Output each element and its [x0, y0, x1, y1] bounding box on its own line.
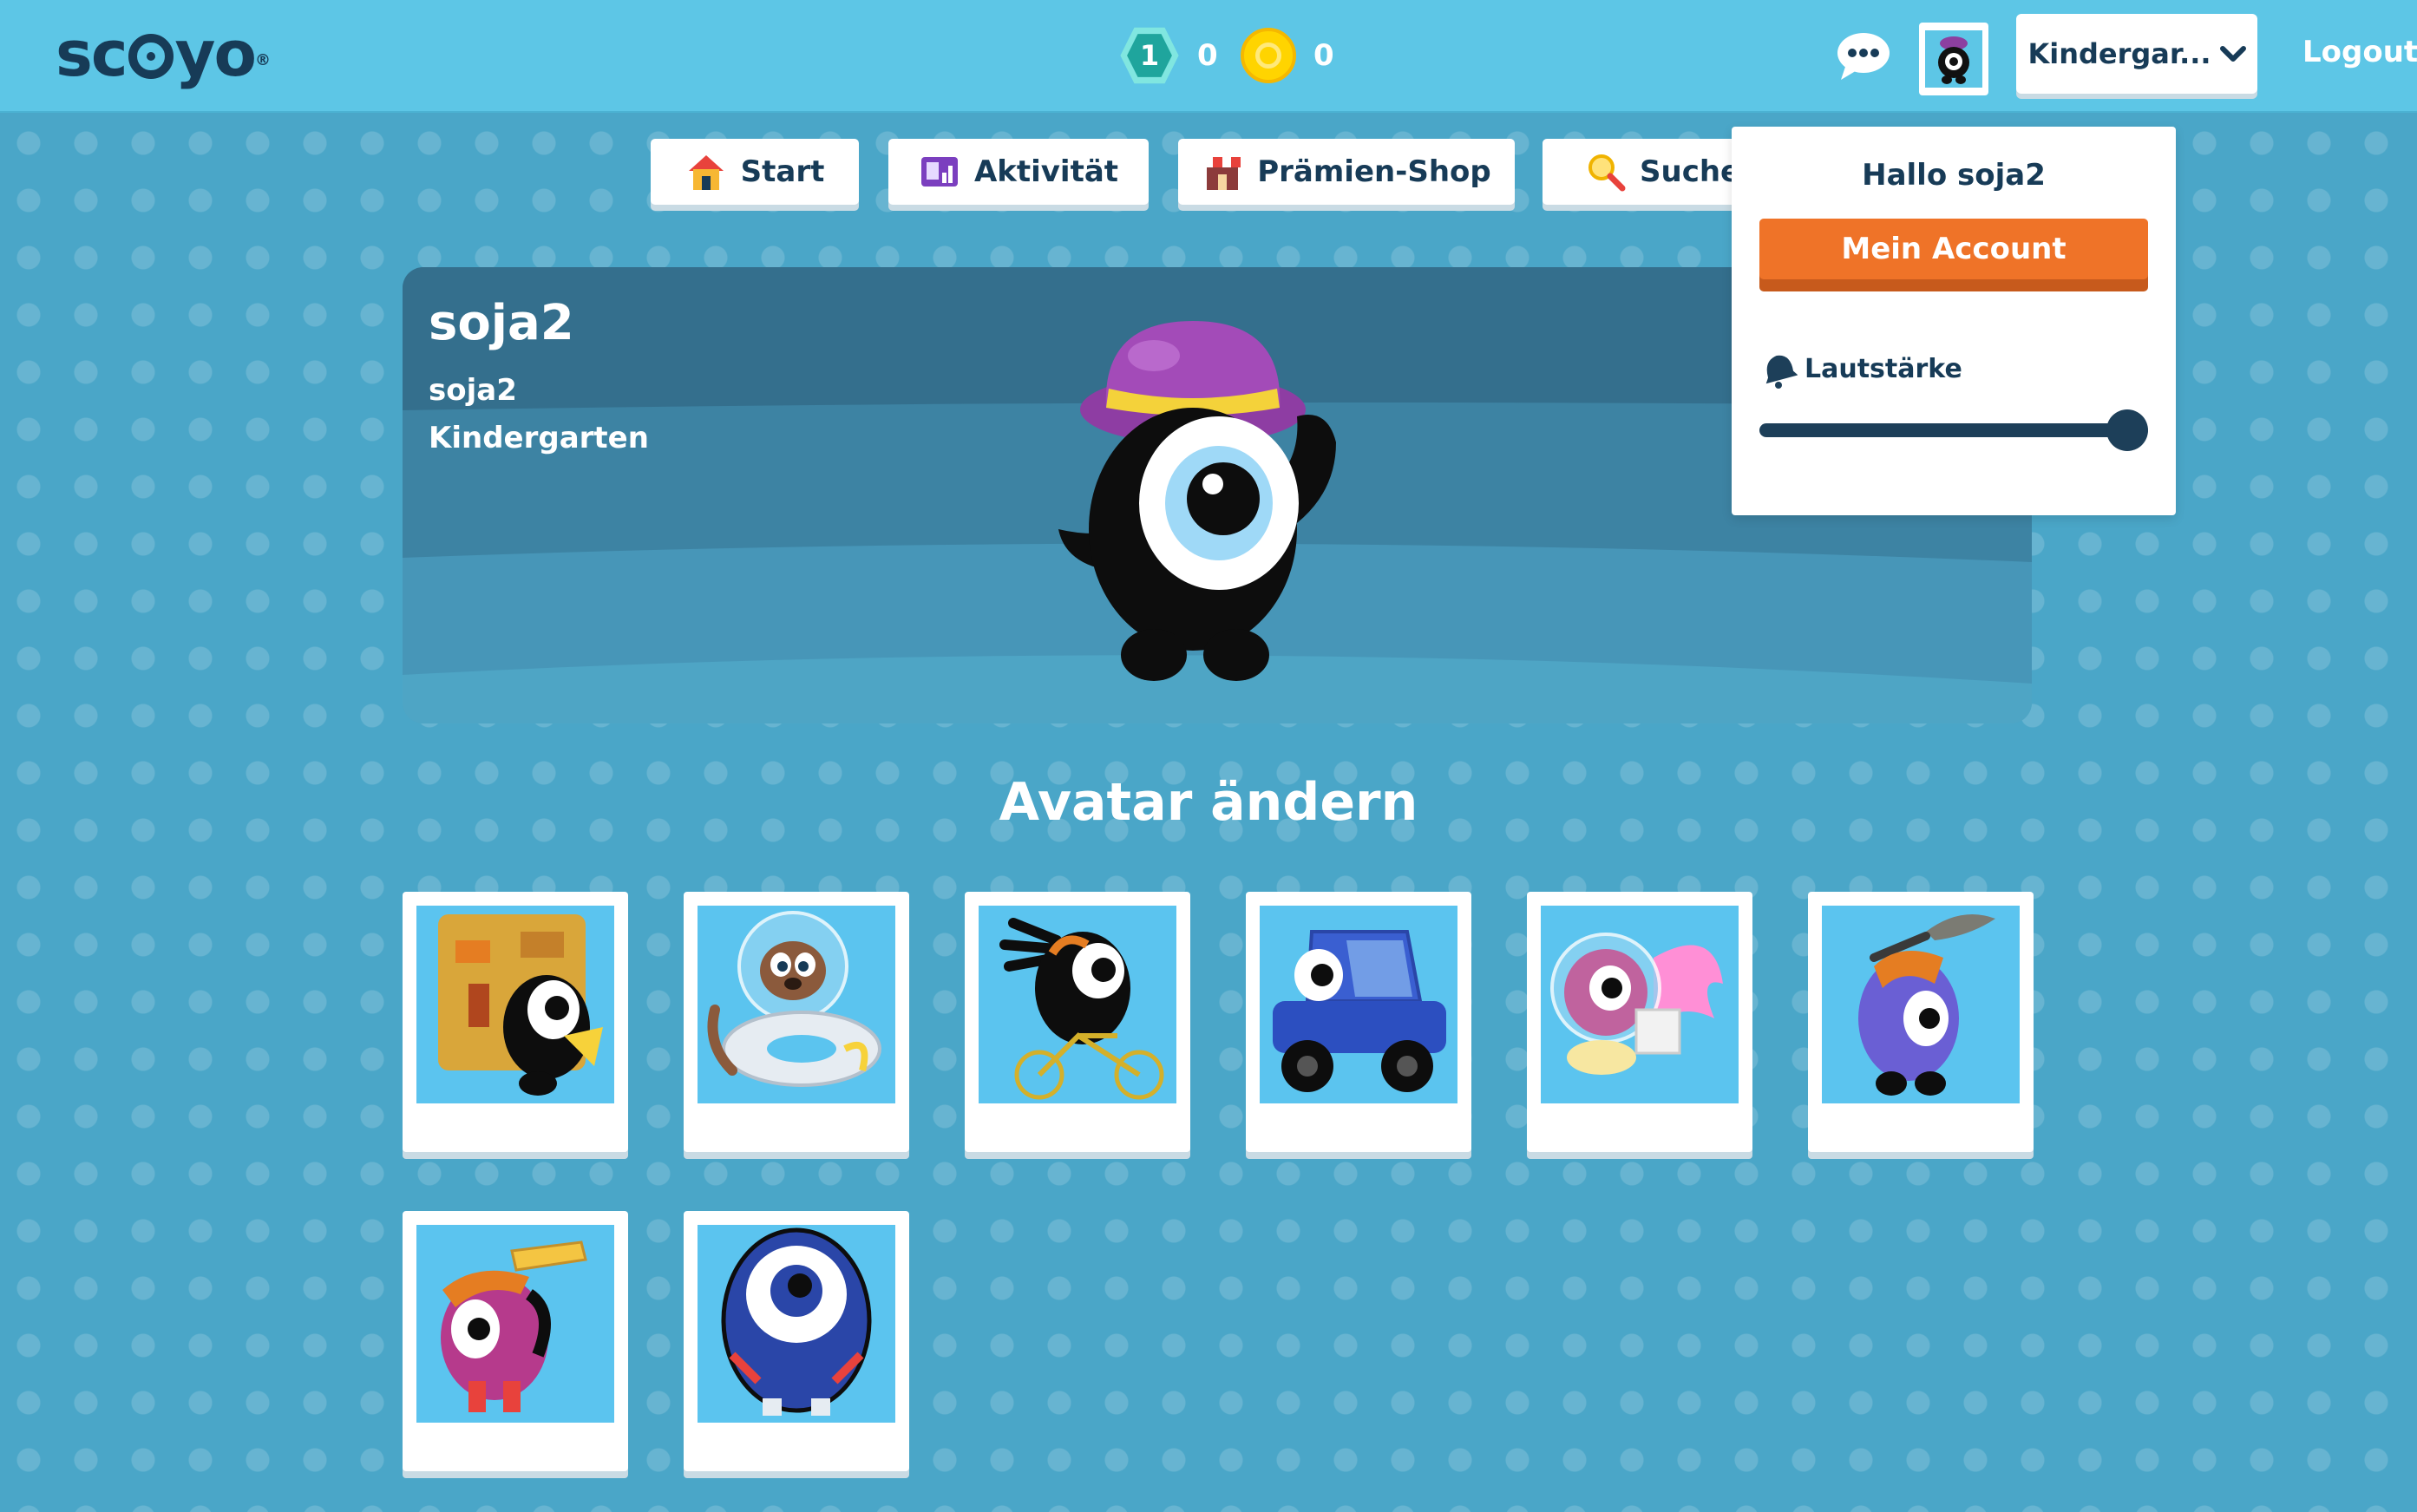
profile-username: soja2 — [429, 373, 517, 408]
avatar-car — [1273, 930, 1446, 1092]
profile-grade: Kindergarten — [429, 421, 649, 455]
avatar-superhero — [721, 1227, 872, 1416]
avatar-adventurer — [438, 914, 603, 1096]
activity-icon — [920, 157, 958, 187]
my-account-button[interactable]: Mein Account — [1759, 219, 2148, 279]
shop-icon — [1204, 157, 1241, 190]
mini-avatar-icon — [1938, 36, 1969, 84]
level-gems-counter: 1 0 — [1119, 26, 1218, 85]
avatar-section-title: Avatar ändern — [999, 772, 1418, 833]
coins-counter: 0 — [1241, 26, 1334, 85]
chevron-down-icon — [2219, 46, 2246, 62]
gems-value: 0 — [1197, 38, 1218, 73]
avatar-astronaut-dog — [707, 911, 881, 1087]
logo-eye-icon — [128, 34, 174, 79]
volume-label-row: Lautstärke — [1759, 349, 1962, 389]
avatar-thumbnail[interactable] — [1919, 23, 1988, 95]
volume-slider-track — [1759, 423, 2148, 437]
house-icon — [688, 155, 724, 190]
coins-value: 0 — [1313, 38, 1334, 73]
avatar-card-warrior[interactable] — [1808, 892, 2034, 1152]
avatar-card-book-carrier[interactable] — [403, 1211, 628, 1471]
avatar-space-pink — [1550, 933, 1723, 1075]
avatar-warrior — [1858, 914, 1995, 1096]
volume-slider[interactable] — [1759, 409, 2148, 451]
current-avatar-image — [1058, 321, 1336, 681]
avatar-card-cyclist[interactable] — [965, 892, 1190, 1152]
avatar-card-car[interactable] — [1246, 892, 1471, 1152]
avatar-cyclist — [999, 918, 1164, 1100]
avatar-card-astronaut-dog[interactable] — [684, 892, 909, 1152]
logout-link[interactable]: Logout — [2302, 35, 2417, 69]
avatar-card-adventurer[interactable] — [403, 892, 628, 1152]
chat-bubble-icon[interactable] — [1836, 31, 1891, 82]
bell-icon — [1765, 355, 1798, 389]
scoyo-logo[interactable]: sc yo® — [56, 19, 271, 88]
level-select-dropdown[interactable]: Kindergar... — [2016, 14, 2257, 94]
account-dropdown: Hallo soja2 Mein Account Lautstärke — [1732, 127, 2176, 515]
avatar-book-carrier — [441, 1240, 587, 1412]
hexagon-level-icon: 1 — [1120, 27, 1179, 84]
dropdown-greeting: Hallo soja2 — [1862, 158, 2046, 193]
profile-name: soja2 — [429, 295, 574, 351]
volume-slider-thumb[interactable] — [2106, 409, 2148, 451]
top-bar: sc yo® 1 0 0 Kindergar... Logout — [0, 0, 2417, 113]
nav-activity-button[interactable]: Aktivität — [888, 139, 1149, 205]
avatar-card-space-pink[interactable] — [1527, 892, 1752, 1152]
nav-start-button[interactable]: Start — [651, 139, 859, 205]
coin-icon — [1241, 28, 1296, 83]
avatar-card-superhero[interactable] — [684, 1211, 909, 1471]
magnifier-icon — [1588, 154, 1626, 192]
nav-reward-shop-button[interactable]: Prämien-Shop — [1178, 139, 1515, 205]
